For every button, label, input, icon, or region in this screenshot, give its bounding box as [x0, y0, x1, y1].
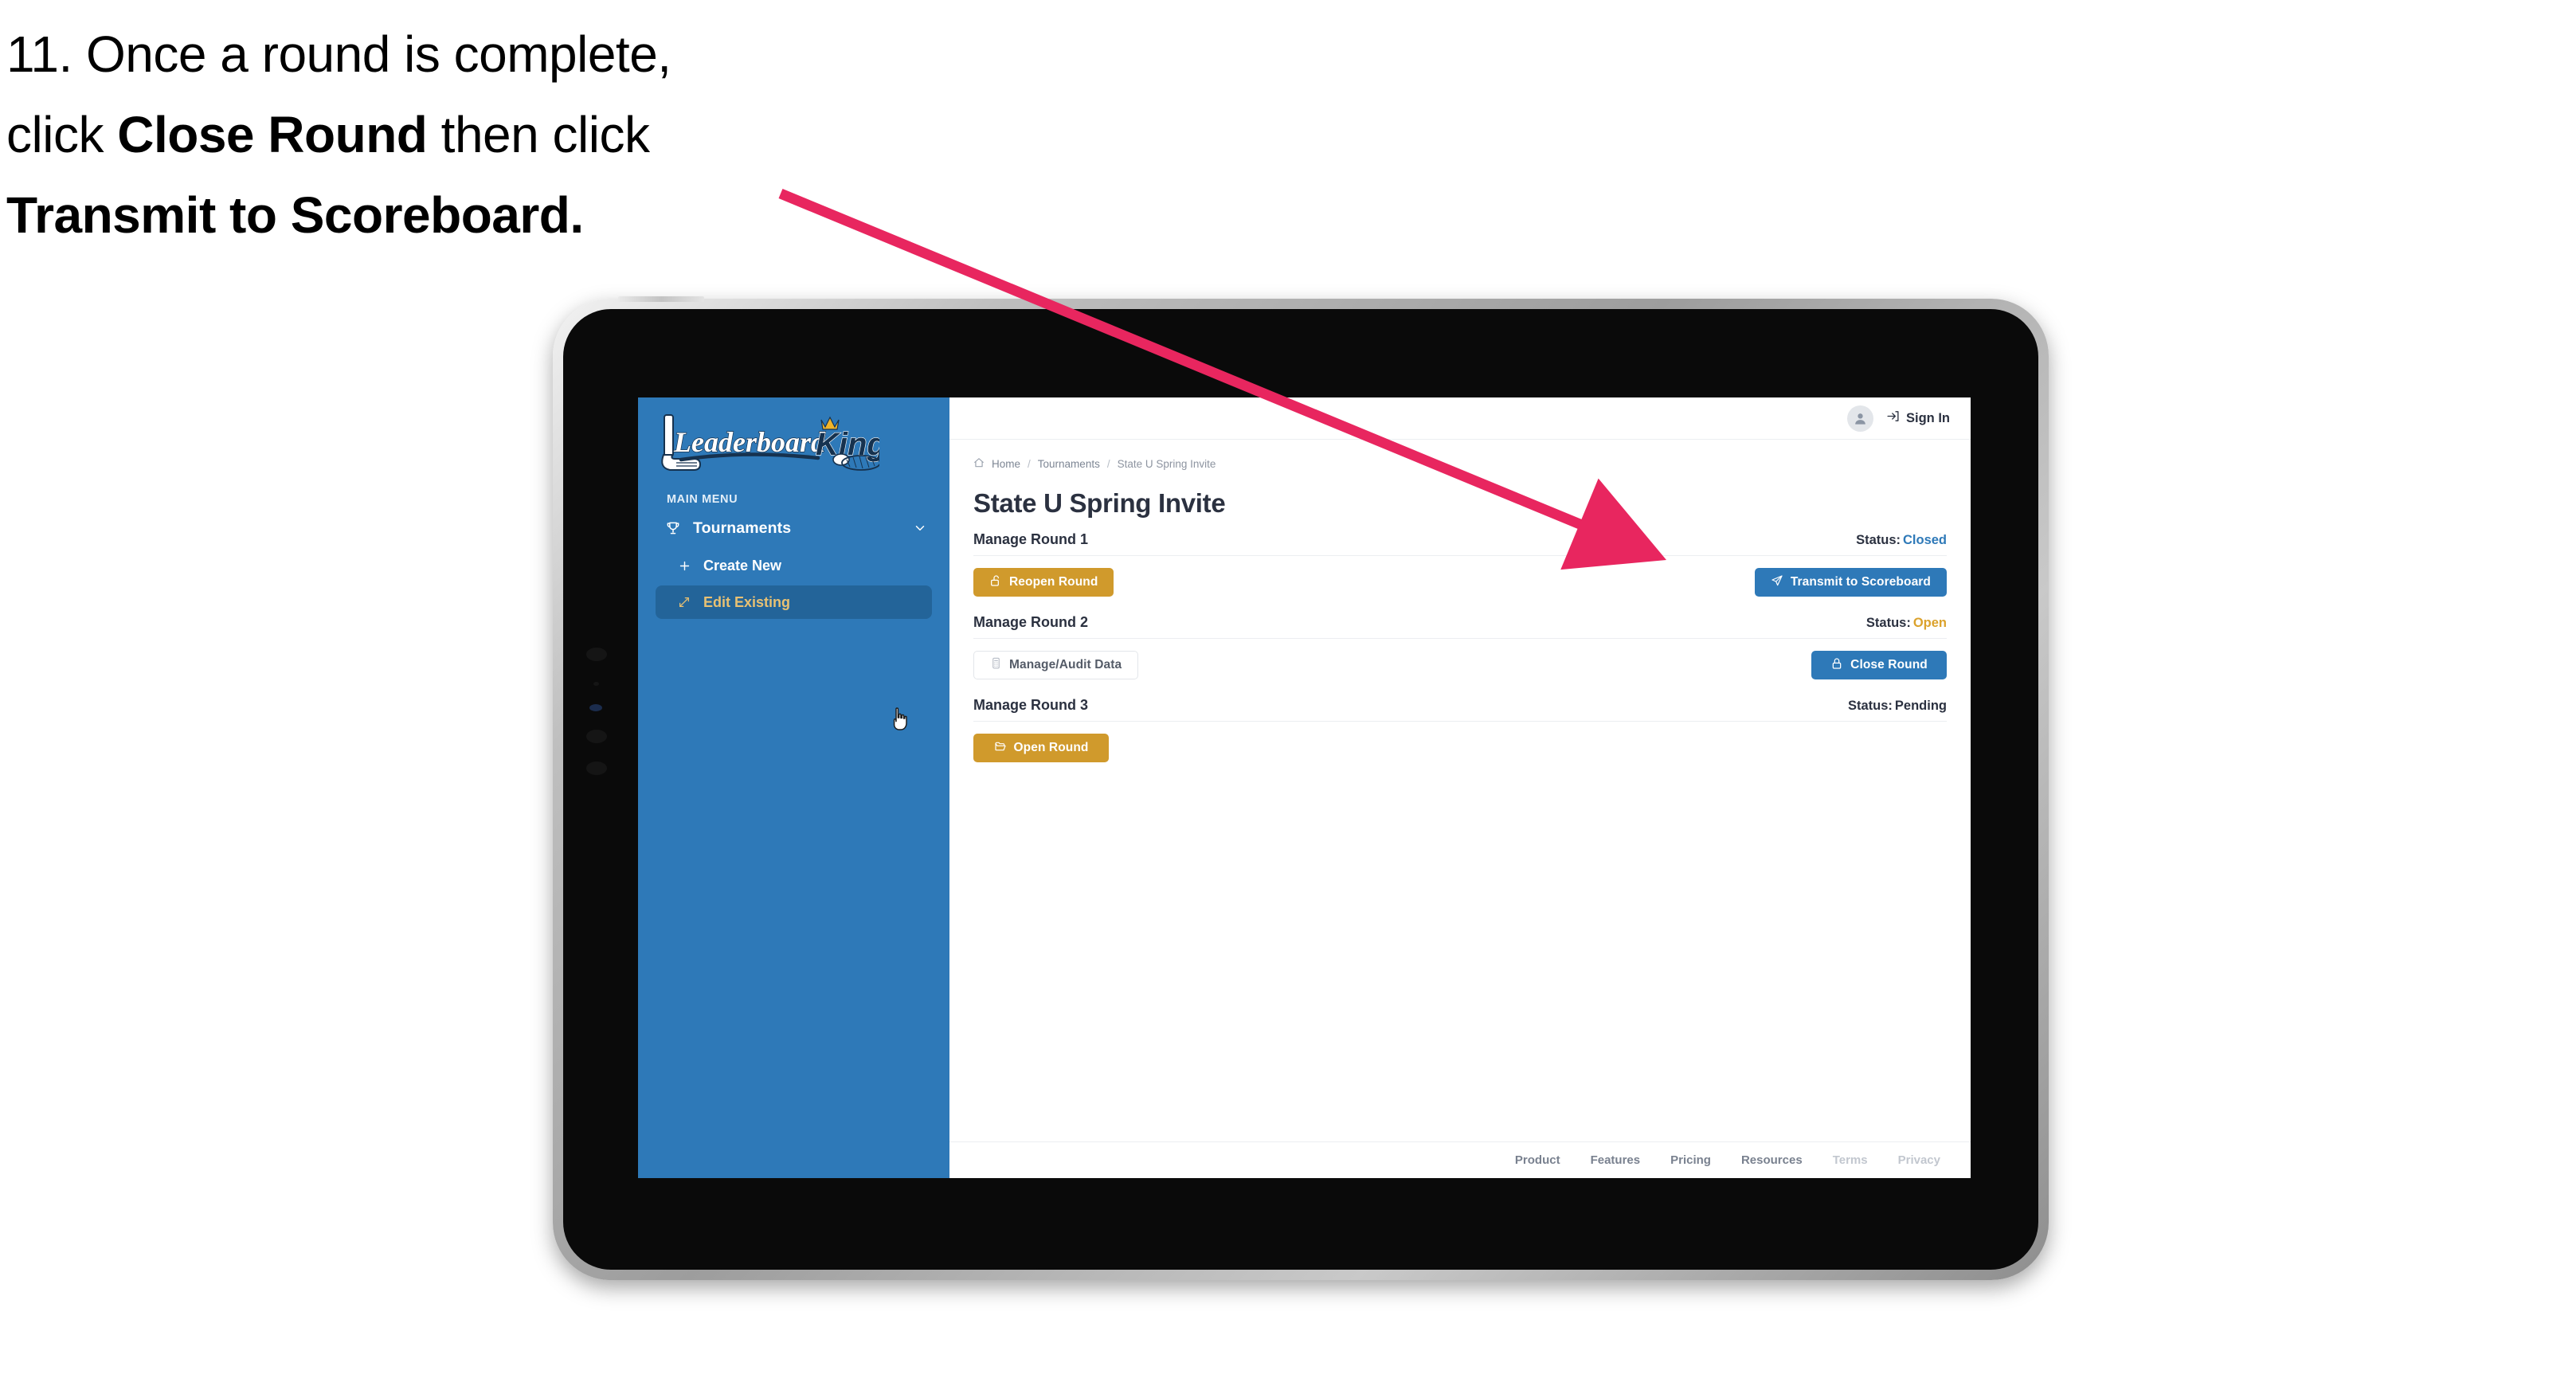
round-actions: Manage/Audit Data Close Round	[973, 639, 1947, 680]
open-round-label: Open Round	[1013, 741, 1089, 755]
close-round-button[interactable]: Close Round	[1811, 651, 1947, 680]
trophy-icon	[665, 520, 686, 536]
device-microphone-icon	[593, 682, 599, 686]
instruction-line-2-bold: Close Round	[117, 106, 428, 163]
plus-icon	[678, 559, 697, 573]
calculator-icon	[990, 657, 1002, 673]
sign-in-button[interactable]: Sign In	[1886, 409, 1950, 427]
footer-nav: Product Features Pricing Resources Terms…	[949, 1141, 1971, 1178]
sidebar-section-label: MAIN MENU	[667, 493, 738, 506]
device-camera-icon	[586, 648, 607, 661]
main-content: Sign In Home / Tournaments / State U Spr…	[949, 397, 1971, 1178]
app-screen: Leaderboard King MAIN MENU Tournaments C…	[638, 397, 1971, 1178]
device-speaker-icon	[586, 730, 607, 743]
instruction-line-1: 11. Once a round is complete,	[6, 14, 898, 95]
status-badge: Status: Pending	[1848, 699, 1947, 714]
close-round-label: Close Round	[1850, 658, 1928, 672]
instruction-caption: 11. Once a round is complete, click Clos…	[6, 14, 898, 256]
status-value: Pending	[1894, 699, 1947, 714]
status-label: Status:	[1865, 616, 1911, 631]
breadcrumb-current: State U Spring Invite	[1117, 458, 1216, 470]
round-title: Manage Round 3	[973, 697, 1089, 714]
sidebar-item-create-new-label: Create New	[703, 557, 782, 574]
breadcrumb-home[interactable]: Home	[992, 458, 1020, 470]
instruction-line-3: Transmit to Scoreboard.	[6, 175, 898, 256]
round-actions: Open Round	[973, 722, 1947, 763]
leaderboard-king-logo[interactable]: Leaderboard King	[638, 397, 949, 480]
home-icon[interactable]	[973, 457, 985, 471]
instruction-line-3-bold: Transmit to Scoreboard.	[6, 186, 584, 244]
round-block: Manage Round 1 Status: Closed Reopen Rou…	[973, 531, 1947, 597]
status-value: Open	[1912, 616, 1947, 631]
pointer-hand-cursor	[890, 707, 910, 731]
footer-link-features[interactable]: Features	[1591, 1153, 1641, 1167]
page-body: Home / Tournaments / State U Spring Invi…	[949, 440, 1971, 1141]
reopen-round-label: Reopen Round	[1009, 575, 1098, 589]
status-label: Status:	[1856, 533, 1901, 548]
round-header: Manage Round 2 Status: Open	[973, 614, 1947, 640]
footer-link-privacy[interactable]: Privacy	[1898, 1153, 1940, 1167]
breadcrumb-separator: /	[1028, 458, 1031, 470]
chevron-down-icon[interactable]	[913, 521, 927, 535]
footer-link-product[interactable]: Product	[1515, 1153, 1560, 1167]
manage-audit-data-button[interactable]: Manage/Audit Data	[973, 651, 1139, 680]
instruction-line-2-suffix: then click	[427, 106, 650, 163]
instruction-line-2-prefix: click	[6, 106, 118, 163]
status-value: Closed	[1902, 533, 1947, 548]
folder-open-icon	[994, 740, 1007, 757]
instruction-line-1-text: 11. Once a round is complete,	[6, 25, 671, 83]
round-block: Manage Round 3 Status: Pending Open Roun…	[973, 697, 1947, 763]
lock-icon	[1830, 657, 1843, 674]
breadcrumb-tournaments[interactable]: Tournaments	[1038, 458, 1100, 470]
footer-link-terms[interactable]: Terms	[1833, 1153, 1868, 1167]
round-actions: Reopen Round Transmit to Scoreboard	[973, 556, 1947, 597]
manage-audit-data-label: Manage/Audit Data	[1009, 658, 1122, 672]
footer-link-pricing[interactable]: Pricing	[1670, 1153, 1711, 1167]
sidebar-item-edit-existing-label: Edit Existing	[703, 593, 791, 610]
status-badge: Status: Open	[1866, 616, 1947, 631]
round-block: Manage Round 2 Status: Open Manage/Audit…	[973, 614, 1947, 680]
sidebar-item-tournaments[interactable]: Tournaments	[638, 511, 949, 546]
status-badge: Status: Closed	[1856, 533, 1947, 548]
instruction-line-2: click Close Round then click	[6, 95, 898, 175]
top-bar: Sign In	[949, 397, 1971, 440]
sidebar: Leaderboard King MAIN MENU Tournaments C…	[638, 397, 949, 1178]
sidebar-item-edit-existing[interactable]: Edit Existing	[656, 585, 932, 619]
transmit-to-scoreboard-label: Transmit to Scoreboard	[1790, 575, 1931, 589]
transmit-to-scoreboard-button[interactable]: Transmit to Scoreboard	[1754, 568, 1947, 597]
user-avatar-icon[interactable]	[1847, 405, 1873, 432]
device-speaker-icon	[586, 762, 607, 775]
breadcrumb: Home / Tournaments / State U Spring Invi…	[973, 457, 1947, 471]
status-label: Status:	[1847, 699, 1893, 714]
edit-square-icon	[678, 596, 697, 609]
unlock-icon	[989, 574, 1002, 591]
breadcrumb-separator: /	[1106, 458, 1110, 470]
open-round-button[interactable]: Open Round	[973, 734, 1109, 763]
page-title: State U Spring Invite	[973, 488, 1226, 519]
device-indicator-led-icon	[589, 704, 602, 711]
device-antenna-strip	[618, 296, 704, 302]
sidebar-item-tournaments-label: Tournaments	[693, 519, 792, 537]
round-title: Manage Round 1	[973, 531, 1089, 548]
reopen-round-button[interactable]: Reopen Round	[973, 568, 1114, 597]
round-title: Manage Round 2	[973, 614, 1089, 631]
footer-link-resources[interactable]: Resources	[1741, 1153, 1803, 1167]
round-header: Manage Round 3 Status: Pending	[973, 697, 1947, 722]
round-header: Manage Round 1 Status: Closed	[973, 531, 1947, 557]
sidebar-item-create-new[interactable]: Create New	[656, 549, 932, 582]
sign-in-label: Sign In	[1906, 410, 1950, 425]
paper-plane-icon	[1771, 574, 1783, 591]
sign-in-arrow-icon	[1886, 409, 1900, 427]
